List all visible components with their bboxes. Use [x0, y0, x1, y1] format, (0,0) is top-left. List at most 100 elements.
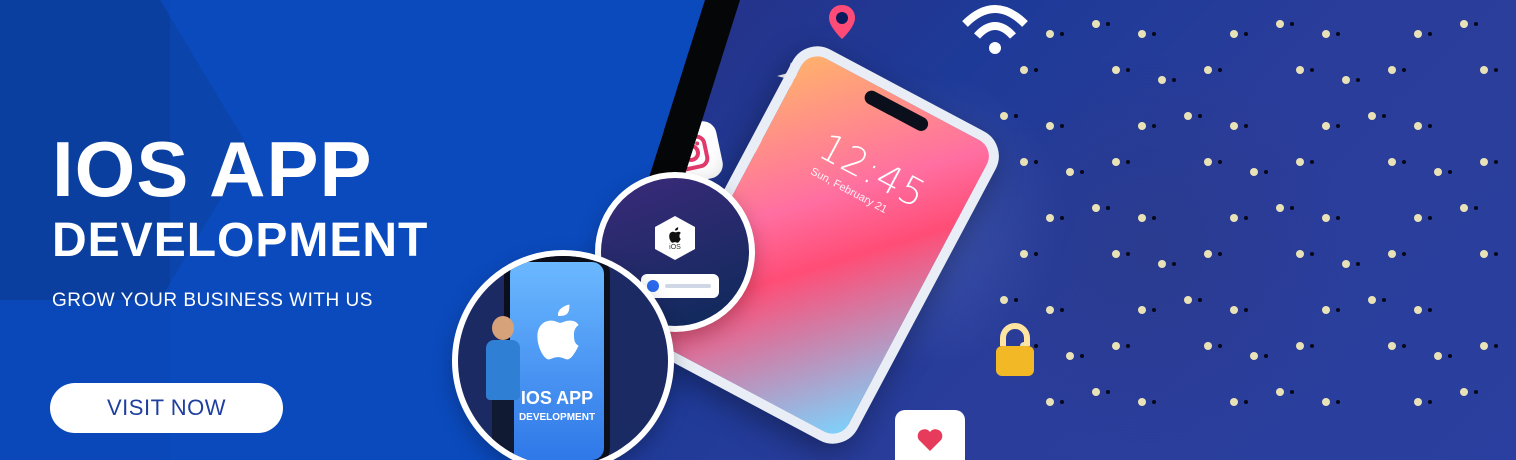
pattern-dot: [1296, 342, 1304, 350]
pattern-dot: [1388, 158, 1396, 166]
pattern-dot: [1092, 204, 1100, 212]
pattern-dot-small: [1218, 68, 1222, 72]
pattern-dot-small: [1290, 390, 1294, 394]
pattern-dot-small: [1034, 252, 1038, 256]
pattern-dot-small: [1310, 160, 1314, 164]
pattern-dot: [1138, 214, 1146, 222]
pattern-dot: [1388, 342, 1396, 350]
pattern-dot: [1158, 76, 1166, 84]
pattern-dot: [1138, 306, 1146, 314]
pattern-dot-small: [1244, 400, 1248, 404]
pattern-dot-small: [1060, 400, 1064, 404]
pattern-dot: [1414, 398, 1422, 406]
pattern-dot: [1322, 122, 1330, 130]
pattern-dot-small: [1198, 114, 1202, 118]
pattern-dot-small: [1126, 68, 1130, 72]
pattern-dot-small: [1336, 216, 1340, 220]
pattern-dot: [1066, 168, 1074, 176]
pattern-dot: [1230, 214, 1238, 222]
pattern-dot-small: [1474, 206, 1478, 210]
pattern-dot: [1204, 342, 1212, 350]
pattern-dot: [1296, 66, 1304, 74]
pattern-dot-small: [1060, 124, 1064, 128]
pattern-dot-small: [1474, 390, 1478, 394]
pattern-dot-small: [1126, 160, 1130, 164]
pattern-dot: [1000, 112, 1008, 120]
pattern-dot-small: [1218, 252, 1222, 256]
pattern-dot: [1342, 260, 1350, 268]
pattern-dot: [1230, 122, 1238, 130]
pattern-dot: [1434, 168, 1442, 176]
pattern-dot: [1092, 20, 1100, 28]
character-legs: [492, 400, 514, 460]
pattern-dot-small: [1336, 400, 1340, 404]
pattern-dot: [1138, 398, 1146, 406]
pattern-dot-small: [1494, 252, 1498, 256]
pattern-dot: [1230, 306, 1238, 314]
pattern-dot: [1276, 204, 1284, 212]
pattern-dot-small: [1428, 124, 1432, 128]
ios-chip-label: iOS: [669, 243, 681, 251]
pattern-dot: [1230, 398, 1238, 406]
pattern-dot: [1230, 30, 1238, 38]
pattern-dot: [1388, 250, 1396, 258]
pattern-dot: [1322, 30, 1330, 38]
hero-subtitle: GROW YOUR BUSINESS WITH US: [52, 290, 373, 311]
pattern-dot-small: [1060, 216, 1064, 220]
pattern-dot: [1460, 20, 1468, 28]
pattern-dot-small: [1382, 114, 1386, 118]
pattern-dot: [1046, 30, 1054, 38]
pattern-dot: [1250, 352, 1258, 360]
pattern-dot-small: [1494, 344, 1498, 348]
pattern-dot-small: [1218, 160, 1222, 164]
pattern-dot: [1204, 250, 1212, 258]
pattern-dot: [1480, 158, 1488, 166]
pattern-dot: [1368, 296, 1376, 304]
pattern-dot-small: [1290, 22, 1294, 26]
pattern-dot: [1112, 250, 1120, 258]
pattern-dot-small: [1336, 308, 1340, 312]
heart-icon: [895, 410, 965, 460]
pattern-dot-small: [1106, 206, 1110, 210]
pattern-dot-small: [1264, 170, 1268, 174]
pattern-dot-small: [1448, 354, 1452, 358]
pattern-dot: [1158, 260, 1166, 268]
circle-phone-subtitle: DEVELOPMENT: [518, 412, 596, 423]
pattern-dot-small: [1172, 78, 1176, 82]
pattern-dot: [1138, 30, 1146, 38]
pattern-dot: [1414, 30, 1422, 38]
pattern-dot: [1296, 250, 1304, 258]
pattern-dot: [1276, 20, 1284, 28]
app-circle-illustration: IOS APP DEVELOPMENT: [452, 250, 674, 460]
pattern-dot: [1046, 122, 1054, 130]
character-body: [486, 340, 520, 400]
pattern-dot: [1388, 66, 1396, 74]
pattern-dot-small: [1310, 68, 1314, 72]
pattern-dot-small: [1126, 252, 1130, 256]
pattern-dot: [1460, 204, 1468, 212]
pattern-dot: [1480, 342, 1488, 350]
hero-title-line1: IOS APP: [52, 125, 373, 213]
pattern-dot: [1092, 388, 1100, 396]
pattern-dot-small: [1336, 124, 1340, 128]
pattern-dot-small: [1290, 206, 1294, 210]
pattern-dot-small: [1428, 308, 1432, 312]
pattern-dot-small: [1474, 22, 1478, 26]
pattern-dot-small: [1198, 298, 1202, 302]
pattern-dot: [1020, 250, 1028, 258]
pattern-dot: [1184, 296, 1192, 304]
pattern-dot-small: [1106, 390, 1110, 394]
pattern-dot-small: [1152, 308, 1156, 312]
hero-banner: 12:45 Sun, February 21 iOS IOS APP DEVEL…: [0, 0, 1516, 460]
pattern-dot: [1184, 112, 1192, 120]
pattern-dot: [1480, 250, 1488, 258]
pattern-dot: [1460, 388, 1468, 396]
pattern-dot-small: [1152, 216, 1156, 220]
pattern-dot-small: [1356, 78, 1360, 82]
pattern-dot: [1322, 214, 1330, 222]
pattern-dot: [1322, 398, 1330, 406]
pattern-dot: [1414, 306, 1422, 314]
check-line: [665, 284, 711, 288]
pattern-dot-small: [1014, 298, 1018, 302]
visit-now-button[interactable]: VISIT NOW: [50, 383, 283, 433]
